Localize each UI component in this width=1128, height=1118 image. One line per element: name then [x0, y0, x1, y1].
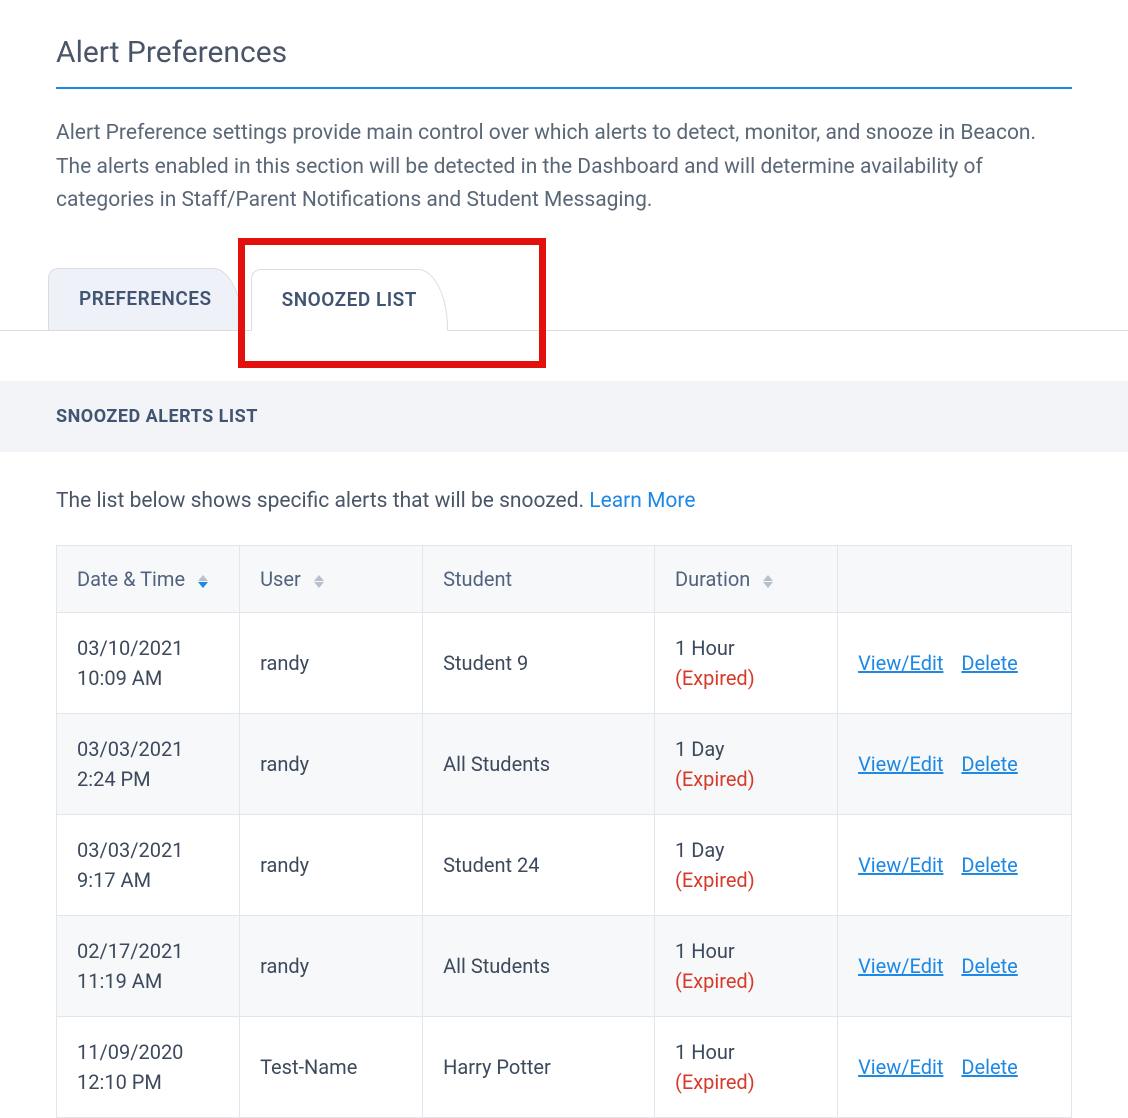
cell-actions: View/Edit Delete [838, 613, 1072, 714]
view-edit-link[interactable]: View/Edit [858, 752, 943, 776]
table-row: 03/03/20219:17 AMrandyStudent 241 Day(Ex… [57, 815, 1072, 916]
view-edit-link[interactable]: View/Edit [858, 853, 943, 877]
col-user-label: User [260, 567, 301, 591]
cell-student: Student 9 [423, 613, 655, 714]
view-edit-link[interactable]: View/Edit [858, 651, 943, 675]
cell-user: randy [240, 916, 423, 1017]
tab-preferences-label: PREFERENCES [79, 285, 212, 314]
col-duration-label: Duration [675, 567, 750, 591]
view-edit-link[interactable]: View/Edit [858, 1055, 943, 1079]
cell-duration: 1 Day(Expired) [655, 714, 838, 815]
section-subtext: The list below shows specific alerts tha… [56, 486, 1072, 518]
cell-user: randy [240, 613, 423, 714]
cell-date-time: 03/03/20212:24 PM [57, 714, 240, 815]
section-description: The list below shows specific alerts tha… [56, 489, 589, 513]
cell-user: randy [240, 815, 423, 916]
section-header-title: SNOOZED ALERTS LIST [56, 403, 1072, 430]
col-duration[interactable]: Duration [655, 546, 838, 613]
cell-duration: 1 Day(Expired) [655, 815, 838, 916]
tabs-row: PREFERENCES SNOOZED LIST [0, 268, 1128, 331]
col-student-label: Student [443, 567, 512, 591]
cell-date-time: 03/03/20219:17 AM [57, 815, 240, 916]
col-student: Student [423, 546, 655, 613]
table-row: 11/09/202012:10 PMTest-NameHarry Potter1… [57, 1017, 1072, 1118]
cell-duration: 1 Hour(Expired) [655, 1017, 838, 1118]
delete-link[interactable]: Delete [961, 651, 1017, 675]
cell-date-time: 03/10/202110:09 AM [57, 613, 240, 714]
cell-date-time: 02/17/202111:19 AM [57, 916, 240, 1017]
section-header: SNOOZED ALERTS LIST [0, 381, 1128, 452]
sort-icon [198, 575, 208, 588]
cell-date-time: 11/09/202012:10 PM [57, 1017, 240, 1118]
delete-link[interactable]: Delete [961, 1055, 1017, 1079]
learn-more-link[interactable]: Learn More [589, 489, 695, 513]
cell-student: Harry Potter [423, 1017, 655, 1118]
delete-link[interactable]: Delete [961, 853, 1017, 877]
col-date-time[interactable]: Date & Time [57, 546, 240, 613]
tab-snoozed-list[interactable]: SNOOZED LIST [251, 269, 448, 331]
table-row: 03/10/202110:09 AMrandyStudent 91 Hour(E… [57, 613, 1072, 714]
cell-duration: 1 Hour(Expired) [655, 613, 838, 714]
page-title: Alert Preferences [56, 30, 1072, 89]
col-actions [838, 546, 1072, 613]
table-row: 02/17/202111:19 AMrandyAll Students1 Hou… [57, 916, 1072, 1017]
delete-link[interactable]: Delete [961, 752, 1017, 776]
sort-icon [314, 575, 324, 588]
tab-snoozed-list-label: SNOOZED LIST [282, 286, 417, 315]
snoozed-alerts-table: Date & Time User Student Duration 03/10/… [56, 545, 1072, 1118]
view-edit-link[interactable]: View/Edit [858, 954, 943, 978]
col-user[interactable]: User [240, 546, 423, 613]
sort-icon [763, 575, 773, 588]
tab-preferences[interactable]: PREFERENCES [48, 268, 243, 330]
cell-user: randy [240, 714, 423, 815]
cell-student: All Students [423, 916, 655, 1017]
col-date-time-label: Date & Time [77, 567, 185, 591]
table-row: 03/03/20212:24 PMrandyAll Students1 Day(… [57, 714, 1072, 815]
cell-actions: View/Edit Delete [838, 916, 1072, 1017]
page-description: Alert Preference settings provide main c… [56, 117, 1072, 218]
cell-student: Student 24 [423, 815, 655, 916]
cell-duration: 1 Hour(Expired) [655, 916, 838, 1017]
cell-actions: View/Edit Delete [838, 714, 1072, 815]
cell-actions: View/Edit Delete [838, 815, 1072, 916]
cell-actions: View/Edit Delete [838, 1017, 1072, 1118]
cell-student: All Students [423, 714, 655, 815]
cell-user: Test-Name [240, 1017, 423, 1118]
delete-link[interactable]: Delete [961, 954, 1017, 978]
